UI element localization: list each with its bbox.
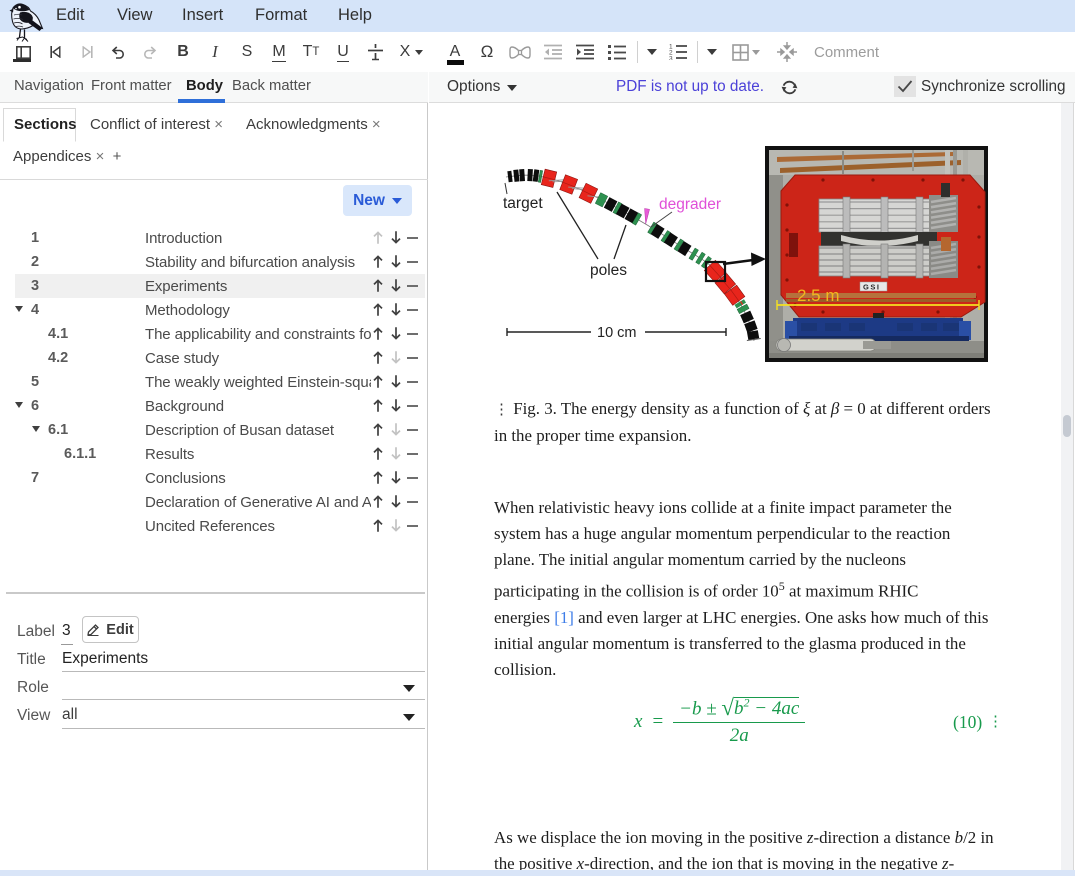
- svg-text:3: 3: [669, 56, 673, 61]
- svg-text:degrader: degrader: [659, 196, 721, 213]
- svg-text:10 cm: 10 cm: [597, 325, 637, 341]
- svg-text:2.5 m: 2.5 m: [797, 286, 840, 305]
- svg-text:GSI: GSI: [863, 283, 880, 292]
- svg-text:poles: poles: [590, 262, 627, 279]
- svg-text:target: target: [503, 195, 543, 212]
